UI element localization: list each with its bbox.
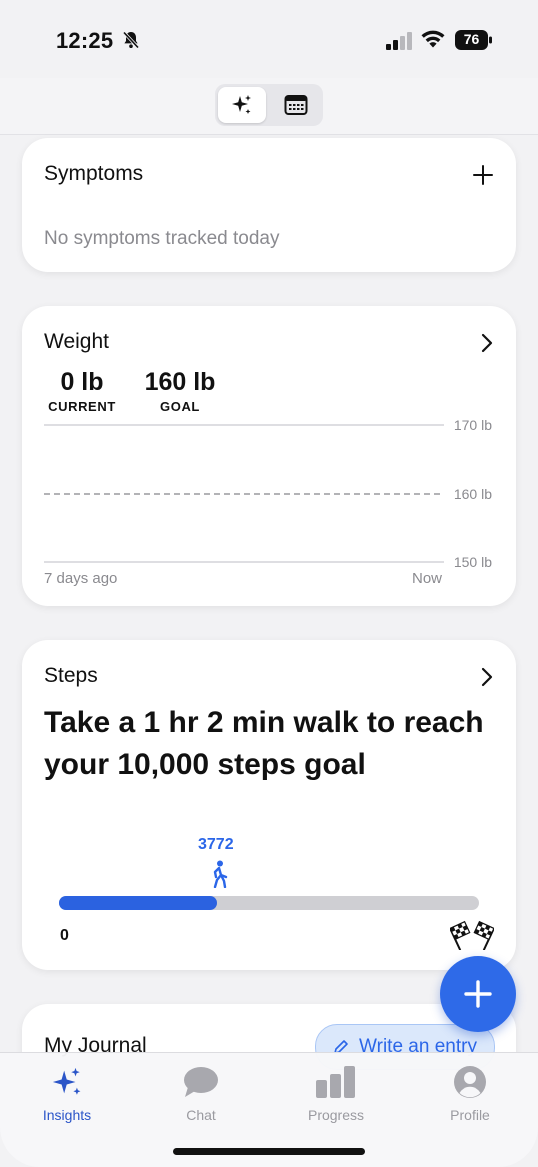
tab-label-chat: Chat — [186, 1107, 216, 1123]
weight-chart: 170 lb 160 lb 150 lb 7 days ago Now — [44, 417, 492, 587]
plus-icon — [464, 980, 492, 1008]
sparkles-icon — [52, 1067, 81, 1095]
axis-label-150: 150 lb — [454, 554, 492, 570]
status-time: 12:25 — [56, 28, 114, 53]
x-label-end: Now — [412, 570, 442, 587]
person-icon — [454, 1066, 486, 1098]
weight-goal: 160 lb GOAL — [134, 368, 226, 414]
steps-headline: Take a 1 hr 2 min walk to reach your 10,… — [44, 706, 484, 781]
chevron-right-icon[interactable] — [480, 332, 494, 354]
tab-chat[interactable]: Chat — [151, 1061, 251, 1123]
sparkles-icon — [232, 95, 251, 114]
x-label-start: 7 days ago — [44, 570, 117, 587]
checkered-flags-icon — [450, 920, 494, 950]
tab-label-insights: Insights — [42, 1107, 92, 1123]
status-bar: 12:25 76 — [0, 0, 538, 80]
bar-chart-icon — [316, 1066, 355, 1098]
calendar-icon — [284, 95, 308, 115]
add-button[interactable] — [440, 956, 516, 1032]
add-symptom-button[interactable] — [472, 164, 494, 186]
chat-bubble-icon — [184, 1067, 218, 1097]
axis-label-160: 160 lb — [454, 486, 492, 502]
symptoms-card[interactable]: Symptoms No symptoms tracked today — [22, 138, 516, 272]
weight-current-value: 0 lb — [60, 368, 104, 396]
weight-goal-value: 160 lb — [144, 368, 216, 396]
tab-profile[interactable]: Profile — [420, 1061, 520, 1123]
tab-progress[interactable]: Progress — [286, 1061, 386, 1123]
steps-current-count: 3772 — [198, 836, 234, 853]
walking-person-icon — [213, 860, 228, 888]
wifi-icon — [421, 30, 445, 48]
symptoms-title: Symptoms — [44, 162, 144, 185]
signal-icon — [386, 32, 412, 50]
steps-progress-fill — [59, 896, 218, 910]
steps-progress-track — [59, 896, 479, 910]
steps-card[interactable]: Steps Take a 1 hr 2 min walk to reach yo… — [22, 640, 516, 970]
battery-icon: 76 — [455, 30, 493, 55]
insights-view-button[interactable] — [218, 87, 266, 123]
steps-title: Steps — [44, 664, 98, 687]
tab-label-profile: Profile — [450, 1107, 490, 1123]
muted-bell-icon — [122, 31, 140, 49]
weight-current: 0 lb CURRENT — [42, 368, 122, 414]
chevron-right-icon[interactable] — [480, 666, 494, 688]
battery-level: 76 — [463, 31, 480, 47]
app-screen: 12:25 76 Symptoms No symptoms tracked to… — [0, 0, 538, 1167]
weight-title: Weight — [44, 330, 109, 353]
tab-label-progress: Progress — [307, 1107, 365, 1123]
view-switcher — [215, 84, 323, 126]
home-indicator — [173, 1148, 365, 1155]
symptoms-empty-text: No symptoms tracked today — [44, 228, 280, 249]
view-switcher-bar — [0, 78, 538, 135]
steps-start-label: 0 — [60, 927, 69, 944]
tab-insights[interactable]: Insights — [17, 1061, 117, 1123]
weight-card[interactable]: Weight 0 lb CURRENT 160 lb GOAL 170 lb 1… — [22, 306, 516, 606]
calendar-view-button[interactable] — [272, 87, 320, 123]
axis-label-170: 170 lb — [454, 417, 492, 433]
